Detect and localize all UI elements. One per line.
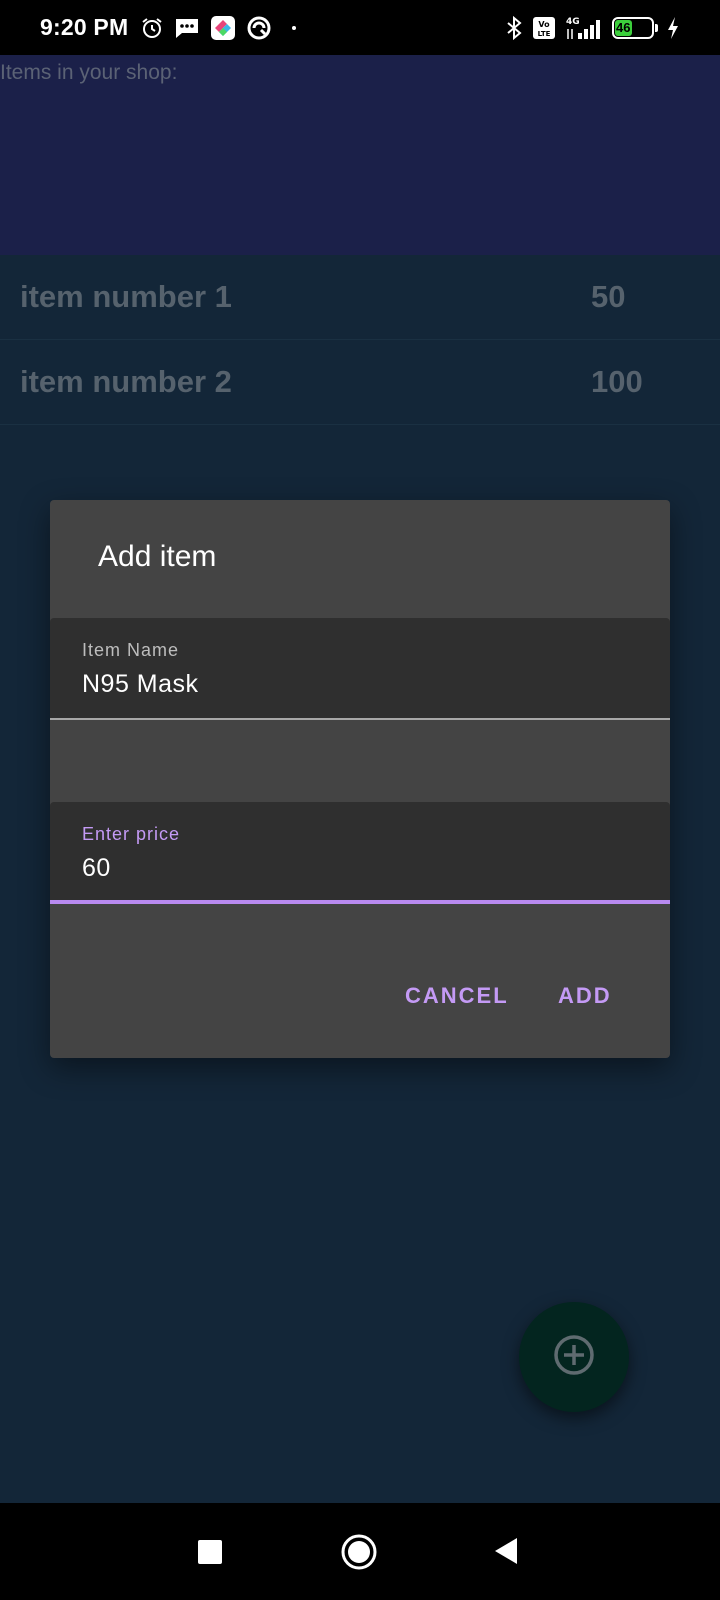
back-icon[interactable] bbox=[493, 1536, 519, 1566]
battery-icon: 46 bbox=[612, 16, 658, 39]
list-item[interactable]: item number 2 100 bbox=[0, 340, 720, 425]
dot-icon bbox=[292, 25, 297, 30]
bluetooth-icon bbox=[504, 15, 524, 40]
svg-text:4G: 4G bbox=[566, 17, 580, 27]
status-bar: 9:20 PM Vo LTE 4G 46 bbox=[0, 0, 720, 55]
add-button[interactable]: ADD bbox=[558, 983, 612, 1009]
item-name: item number 1 bbox=[20, 279, 232, 314]
add-circle-icon bbox=[552, 1333, 596, 1382]
battery-body: 46 bbox=[612, 16, 654, 39]
shop-header: Items in your shop: bbox=[0, 55, 720, 255]
volte-icon: Vo LTE bbox=[532, 16, 556, 40]
item-name-field[interactable]: Item Name N95 Mask bbox=[50, 618, 670, 720]
alarm-icon bbox=[140, 16, 164, 40]
list-item[interactable]: item number 1 50 bbox=[0, 255, 720, 340]
item-name: item number 2 bbox=[20, 364, 232, 399]
item-price: 100 bbox=[591, 364, 643, 399]
vpn-icon bbox=[246, 15, 272, 41]
add-item-fab[interactable] bbox=[519, 1302, 629, 1412]
app-icon bbox=[210, 15, 236, 41]
item-price: 50 bbox=[591, 279, 626, 314]
item-name-field-label: Item Name bbox=[82, 640, 180, 660]
charging-icon bbox=[666, 16, 680, 40]
signal-4g-icon: 4G bbox=[564, 15, 604, 41]
svg-text:LTE: LTE bbox=[538, 30, 551, 38]
status-left-icons bbox=[140, 15, 297, 41]
battery-level: 46 bbox=[615, 19, 632, 36]
dialog-title: Add item bbox=[98, 540, 217, 573]
recents-icon[interactable] bbox=[197, 1539, 223, 1565]
price-field-label: Enter price bbox=[82, 824, 181, 844]
message-icon bbox=[174, 16, 200, 40]
item-name-input[interactable]: N95 Mask bbox=[82, 670, 199, 699]
status-right-icons: Vo LTE 4G 46 bbox=[504, 15, 680, 41]
home-icon[interactable] bbox=[340, 1533, 378, 1571]
price-input[interactable]: 60 bbox=[82, 854, 111, 883]
shop-header-label: Items in your shop: bbox=[0, 61, 178, 84]
status-time: 9:20 PM bbox=[40, 14, 129, 40]
item-list: item number 1 50 item number 2 100 bbox=[0, 255, 720, 425]
cancel-button[interactable]: CANCEL bbox=[405, 983, 509, 1009]
navigation-bar bbox=[0, 1503, 720, 1600]
svg-text:Vo: Vo bbox=[538, 20, 550, 29]
price-field[interactable]: Enter price 60 bbox=[50, 802, 670, 904]
add-item-dialog: Add item Item Name N95 Mask Enter price … bbox=[50, 500, 670, 1058]
